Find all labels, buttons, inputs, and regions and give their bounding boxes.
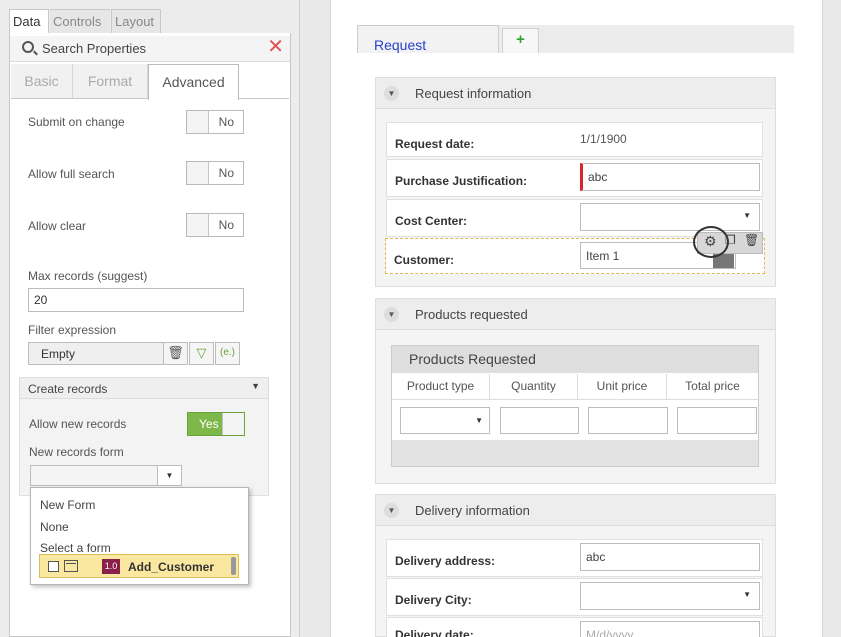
col-product-type: Product type: [392, 374, 490, 399]
filter-icon[interactable]: ▽: [189, 342, 214, 365]
chevron-down-icon[interactable]: ▼: [384, 503, 399, 518]
submit-on-change-label: Submit on change: [28, 115, 125, 129]
search-icon: [22, 41, 34, 53]
quantity-input[interactable]: [500, 407, 579, 434]
create-records-title: Create records: [28, 382, 108, 396]
max-records-input[interactable]: 20: [28, 288, 244, 312]
products-grid: Products Requested Product type Quantity…: [391, 345, 759, 467]
form-icon: [64, 560, 78, 572]
delivery-date-input[interactable]: M/d/yyyy: [580, 621, 760, 637]
delivery-city-select[interactable]: ▼: [580, 582, 760, 610]
gear-icon[interactable]: ⚙: [704, 233, 717, 250]
chevron-down-icon: ▼: [743, 211, 751, 220]
product-type-select[interactable]: ▼: [400, 407, 490, 434]
field-label: Customer:: [394, 253, 455, 267]
max-records-label: Max records (suggest): [28, 269, 148, 283]
section-header[interactable]: ▼ Delivery information: [376, 495, 775, 526]
search-properties-bar[interactable]: Search Properties ✕: [10, 36, 290, 62]
close-icon[interactable]: ✕: [267, 37, 284, 57]
delivery-address-row: Delivery address: abc: [386, 539, 763, 577]
unit-price-input[interactable]: [588, 407, 668, 434]
tab-advanced[interactable]: Advanced: [148, 64, 239, 100]
tab-data[interactable]: Data: [9, 9, 49, 34]
toggle-value: No: [218, 166, 234, 180]
form-name: Add_Customer: [128, 560, 215, 574]
allow-full-search-label: Allow full search: [28, 167, 115, 181]
tab-request[interactable]: Request: [357, 25, 499, 53]
delivery-information-section: ▼ Delivery information Delivery address: …: [375, 494, 776, 637]
delete-icon[interactable]: 🗑: [744, 233, 759, 247]
option-add-customer[interactable]: 1.0 Add_Customer: [39, 554, 239, 578]
new-records-form-label: New records form: [29, 445, 124, 459]
delivery-city-row: Delivery City: ▼: [386, 578, 763, 616]
copy-icon[interactable]: ❐: [725, 233, 736, 247]
expression-icon[interactable]: (e.): [215, 342, 240, 365]
section-header[interactable]: ▼ Request information: [376, 78, 775, 109]
search-input[interactable]: Search Properties: [42, 41, 146, 56]
trash-icon[interactable]: 🗑: [163, 342, 188, 365]
filter-expression-field[interactable]: Empty: [28, 342, 164, 365]
tab-layout[interactable]: Layout: [111, 9, 161, 33]
scrollbar[interactable]: [231, 557, 236, 575]
toggle-value: No: [218, 218, 234, 232]
field-label: Delivery address:: [395, 554, 496, 568]
tab-basic[interactable]: Basic: [11, 64, 73, 99]
delivery-date-row: Delivery date: M/d/yyyy: [386, 617, 763, 637]
allow-clear-toggle[interactable]: No: [186, 213, 244, 237]
col-quantity: Quantity: [490, 374, 578, 399]
field-label: Purchase Justification:: [395, 174, 528, 188]
chevron-down-icon: ▼: [475, 416, 483, 425]
allow-full-search-toggle[interactable]: No: [186, 161, 244, 185]
col-unit-price: Unit price: [578, 374, 667, 399]
cost-center-select[interactable]: ▼: [580, 203, 760, 231]
chevron-down-icon: ▼: [157, 466, 181, 485]
chevron-down-icon[interactable]: ▼: [384, 86, 399, 101]
allow-new-records-label: Allow new records: [29, 417, 127, 431]
filter-expression-label: Filter expression: [28, 323, 117, 337]
purchase-justification-input[interactable]: abc: [580, 163, 760, 191]
section-header[interactable]: ▼ Products requested: [376, 299, 775, 330]
new-records-form-select[interactable]: ▼: [30, 465, 182, 486]
field-label: Delivery date:: [395, 628, 474, 637]
field-label: Cost Center:: [395, 214, 468, 228]
field-label: Request date:: [395, 137, 475, 151]
total-price-input[interactable]: [677, 407, 757, 434]
create-records-header[interactable]: Create records ▼: [19, 377, 269, 399]
submit-on-change-toggle[interactable]: No: [186, 110, 244, 134]
chevron-down-icon: ▼: [743, 590, 751, 599]
toggle-value: Yes: [199, 417, 219, 431]
form-dropdown-list: New Form None Select a form 1.0 Add_Cust…: [30, 487, 249, 585]
grid-footer: [392, 440, 758, 466]
field-label: Delivery City:: [395, 593, 472, 607]
tab-format[interactable]: Format: [73, 64, 148, 99]
caret-down-icon: ▼: [251, 381, 260, 391]
option-none[interactable]: None: [40, 520, 69, 534]
add-tab-button[interactable]: +: [502, 28, 539, 53]
toggle-value: No: [218, 115, 234, 129]
checkbox[interactable]: [48, 561, 59, 572]
option-select-a-form: Select a form: [40, 541, 111, 555]
allow-new-records-toggle[interactable]: Yes: [187, 412, 245, 436]
section-title: Delivery information: [415, 503, 530, 518]
request-date-row: Request date: 1/1/1900: [386, 122, 763, 157]
purchase-justification-row: Purchase Justification: abc: [386, 159, 763, 197]
tab-controls[interactable]: Controls: [50, 9, 110, 33]
allow-clear-label: Allow clear: [28, 219, 87, 233]
section-title: Request information: [415, 86, 532, 101]
option-new-form[interactable]: New Form: [40, 498, 95, 512]
grid-title: Products Requested: [392, 346, 758, 373]
delivery-address-input[interactable]: abc: [580, 543, 760, 571]
canvas-scrollbar[interactable]: [823, 0, 841, 637]
chevron-down-icon[interactable]: ▼: [384, 307, 399, 322]
version-badge: 1.0: [102, 559, 120, 574]
request-date-value: 1/1/1900: [580, 132, 627, 146]
section-title: Products requested: [415, 307, 528, 322]
col-total-price: Total price: [685, 379, 740, 393]
tab-strip-filler: [239, 64, 289, 99]
products-requested-section: ▼ Products requested Products Requested P…: [375, 298, 776, 484]
